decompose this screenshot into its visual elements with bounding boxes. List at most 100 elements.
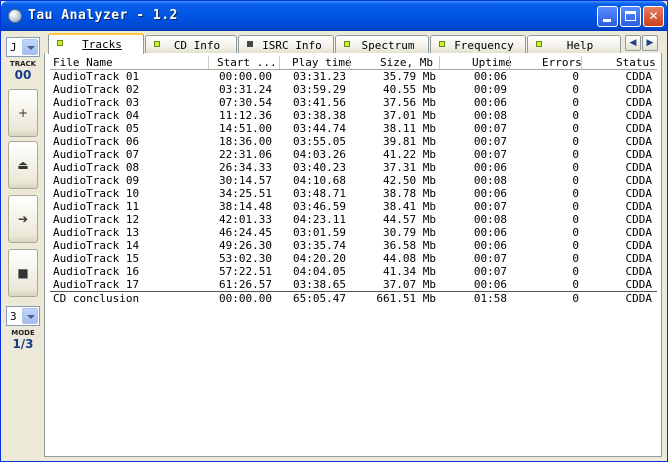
add-button[interactable]: + bbox=[8, 89, 38, 137]
table-row[interactable]: AudioTrack 16 57:22.51 04:04.05 41.34 Mb 00:… bbox=[50, 265, 657, 278]
track-size: 37.07 Mb bbox=[383, 278, 436, 291]
track-name: AudioTrack 07 bbox=[53, 148, 140, 161]
tab-spectrum[interactable]: Spectrum bbox=[335, 35, 429, 53]
track-start: 14:51.00 bbox=[219, 122, 272, 135]
table-row[interactable]: AudioTrack 12 42:01.33 04:23.11 44.57 Mb 00:… bbox=[50, 213, 657, 226]
table-row[interactable]: AudioTrack 04 11:12.36 03:38.38 37.01 Mb 00:… bbox=[50, 109, 657, 122]
tab-cd-info[interactable]: CD Info bbox=[145, 35, 237, 53]
track-status: CDDA bbox=[625, 96, 653, 109]
track-play-time: 03:01.59 bbox=[293, 226, 346, 239]
track-status: CDDA bbox=[625, 239, 653, 252]
track-start: 18:36.00 bbox=[219, 135, 272, 148]
tab-scroll-right-button[interactable]: ▶ bbox=[642, 35, 658, 51]
track-start: 07:30.54 bbox=[219, 96, 272, 109]
table-row[interactable]: AudioTrack 10 34:25.51 03:48.71 38.78 Mb 00:… bbox=[50, 187, 657, 200]
eject-button[interactable]: ⏏ bbox=[8, 141, 38, 189]
track-size: 30.79 Mb bbox=[383, 226, 436, 239]
track-name: AudioTrack 13 bbox=[53, 226, 140, 239]
title-bar[interactable]: Tau Analyzer - 1.2 ✕ bbox=[1, 1, 667, 31]
track-uptime: 00:07 bbox=[473, 200, 507, 213]
tab-scroll-left-button[interactable]: ◀ bbox=[625, 35, 641, 51]
track-errors: 0 bbox=[572, 70, 579, 83]
track-errors: 0 bbox=[572, 252, 579, 265]
column-header-size[interactable]: Size, Mb bbox=[380, 56, 433, 69]
stop-button[interactable]: ■ bbox=[8, 249, 38, 297]
track-start: 61:26.57 bbox=[219, 278, 272, 291]
track-size: 42.50 Mb bbox=[383, 174, 436, 187]
track-play-time: 04:04.05 bbox=[293, 265, 346, 278]
track-uptime: 00:09 bbox=[473, 83, 507, 96]
table-row[interactable]: AudioTrack 03 07:30.54 03:41.56 37.56 Mb 00:… bbox=[50, 96, 657, 109]
column-header-status[interactable]: Status bbox=[616, 56, 656, 69]
table-row[interactable]: AudioTrack 05 14:51.00 03:44.74 38.11 Mb 00:… bbox=[50, 122, 657, 135]
column-divider[interactable] bbox=[208, 56, 209, 69]
table-row[interactable]: AudioTrack 13 46:24.45 03:01.59 30.79 Mb 00:… bbox=[50, 226, 657, 239]
track-play-time: 03:44.74 bbox=[293, 122, 346, 135]
table-row[interactable]: AudioTrack 06 18:36.00 03:55.05 39.81 Mb 00:… bbox=[50, 135, 657, 148]
track-uptime: 00:07 bbox=[473, 135, 507, 148]
track-status: CDDA bbox=[625, 70, 653, 83]
column-header-uptime[interactable]: Uptime bbox=[472, 56, 512, 69]
tab-label: Frequency bbox=[454, 39, 514, 52]
table-row[interactable]: AudioTrack 08 26:34.33 03:40.23 37.31 Mb 00:… bbox=[50, 161, 657, 174]
column-header-start[interactable]: Start ... bbox=[217, 56, 277, 69]
column-divider[interactable] bbox=[509, 56, 510, 69]
table-row[interactable]: AudioTrack 09 30:14.57 04:10.68 42.50 Mb 00:… bbox=[50, 174, 657, 187]
table-row[interactable]: AudioTrack 17 61:26.57 03:38.65 37.07 Mb 00:… bbox=[50, 278, 657, 291]
track-errors: 0 bbox=[572, 265, 579, 278]
table-row[interactable]: AudioTrack 01 00:00.00 03:31.23 35.79 Mb 00:… bbox=[50, 70, 657, 83]
column-divider[interactable] bbox=[439, 56, 440, 69]
track-start: 57:22.51 bbox=[219, 265, 272, 278]
tab-label: ISRC Info bbox=[262, 39, 322, 52]
summary-row[interactable]: CD conclusion 00:00.00 65:05.47 661.51 M… bbox=[50, 291, 657, 305]
table-row[interactable]: AudioTrack 07 22:31.06 04:03.26 41.22 Mb 00:… bbox=[50, 148, 657, 161]
track-start: 38:14.48 bbox=[219, 200, 272, 213]
track-size: 36.58 Mb bbox=[383, 239, 436, 252]
maximize-button[interactable] bbox=[620, 6, 641, 27]
mode-select[interactable]: 3 bbox=[6, 306, 40, 326]
column-divider[interactable] bbox=[279, 56, 280, 69]
table-row[interactable]: AudioTrack 14 49:26.30 03:35.74 36.58 Mb 00:… bbox=[50, 239, 657, 252]
column-header-errors[interactable]: Errors bbox=[542, 56, 582, 69]
track-name: AudioTrack 08 bbox=[53, 161, 140, 174]
table-row[interactable]: AudioTrack 02 03:31.24 03:59.29 40.55 Mb 00:… bbox=[50, 83, 657, 96]
track-name: AudioTrack 12 bbox=[53, 213, 140, 226]
track-start: 46:24.45 bbox=[219, 226, 272, 239]
track-start: 34:25.51 bbox=[219, 187, 272, 200]
app-disc-icon[interactable] bbox=[8, 9, 22, 23]
track-errors: 0 bbox=[572, 278, 579, 291]
track-errors: 0 bbox=[572, 122, 579, 135]
track-play-time: 03:55.05 bbox=[293, 135, 346, 148]
column-header-file-name[interactable]: File Name bbox=[53, 56, 113, 69]
column-divider[interactable] bbox=[349, 56, 350, 69]
tab-tracks[interactable]: Tracks bbox=[48, 33, 144, 54]
tab-label: Spectrum bbox=[361, 39, 415, 52]
track-start: 03:31.24 bbox=[219, 83, 272, 96]
track-play-time: 03:40.23 bbox=[293, 161, 346, 174]
track-start: 26:34.33 bbox=[219, 161, 272, 174]
tab-frequency[interactable]: Frequency bbox=[430, 35, 526, 53]
chevron-down-icon[interactable] bbox=[22, 39, 38, 55]
drive-select[interactable]: J bbox=[6, 37, 40, 57]
track-size: 40.55 Mb bbox=[383, 83, 436, 96]
chevron-down-icon[interactable] bbox=[22, 308, 38, 324]
summary-uptime: 01:58 bbox=[473, 292, 507, 305]
track-size: 37.31 Mb bbox=[383, 161, 436, 174]
play-button[interactable]: ➔ bbox=[8, 195, 38, 243]
track-start: 00:00.00 bbox=[219, 70, 272, 83]
track-start: 53:02.30 bbox=[219, 252, 272, 265]
summary-size: 661.51 Mb bbox=[376, 292, 436, 305]
track-errors: 0 bbox=[572, 200, 579, 213]
track-size: 38.41 Mb bbox=[383, 200, 436, 213]
table-row[interactable]: AudioTrack 11 38:14.48 03:46.59 38.41 Mb 00:… bbox=[50, 200, 657, 213]
minimize-button[interactable] bbox=[597, 6, 618, 27]
column-divider[interactable] bbox=[581, 56, 582, 69]
table-row[interactable]: AudioTrack 15 53:02.30 04:20.20 44.08 Mb 00:… bbox=[50, 252, 657, 265]
track-errors: 0 bbox=[572, 109, 579, 122]
track-name: AudioTrack 09 bbox=[53, 174, 140, 187]
close-button[interactable]: ✕ bbox=[643, 6, 664, 27]
tab-isrc-info[interactable]: ISRC Info bbox=[238, 35, 334, 53]
column-header-play-time[interactable]: Play time bbox=[292, 56, 352, 69]
track-size: 41.22 Mb bbox=[383, 148, 436, 161]
tab-help[interactable]: Help bbox=[527, 35, 621, 53]
